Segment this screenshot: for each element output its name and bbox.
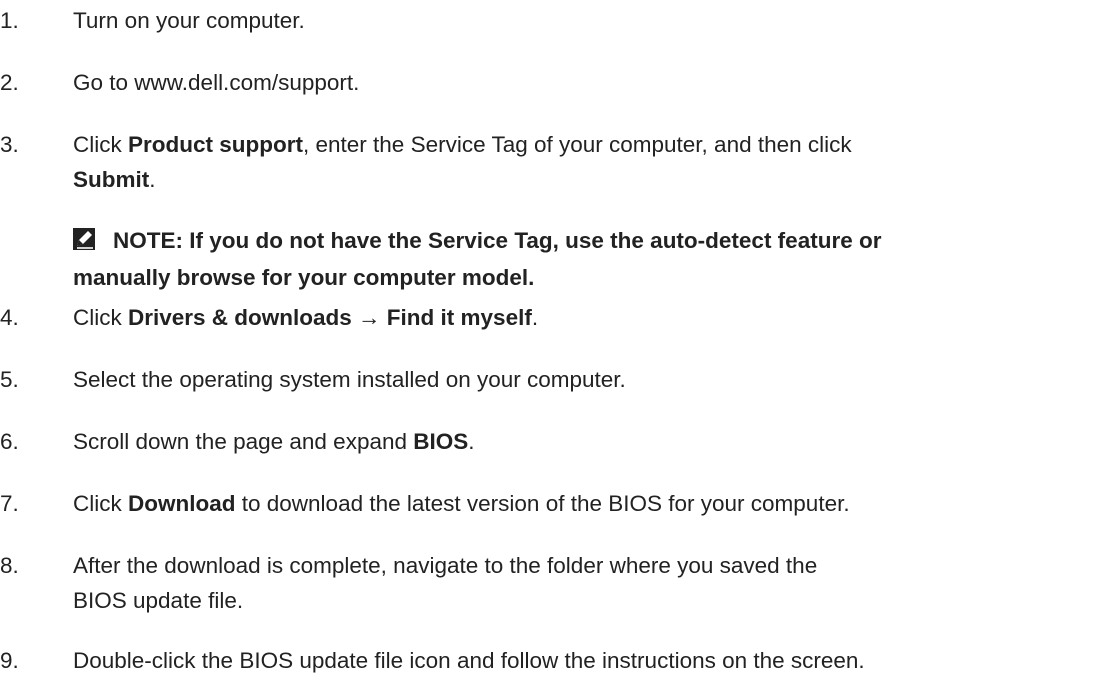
note-pencil-icon: [73, 228, 95, 250]
step-number: 3.: [0, 132, 19, 157]
step-text: Go to www.dell.com/support.: [73, 70, 360, 95]
step-number: 4.: [0, 305, 19, 330]
note-line-2: manually browse for your computer model.: [73, 265, 535, 290]
step-text: Select the operating system installed on…: [73, 367, 626, 392]
submit-label: Submit: [73, 167, 150, 192]
note-line-1: NOTE: If you do not have the Service Tag…: [73, 222, 1103, 259]
step-number: 1.: [0, 8, 19, 33]
step-text: After the download is complete, navigate…: [73, 553, 818, 578]
note-block: NOTE: If you do not have the Service Tag…: [73, 222, 1103, 296]
step-number: 7.: [0, 491, 19, 516]
instructions-page: 1. Turn on your computer. 2. Go to www.d…: [0, 0, 1113, 682]
step-number: 9.: [0, 648, 19, 673]
drivers-downloads-label: Drivers & downloads → Find it myself: [128, 305, 532, 330]
step-number: 5.: [0, 367, 19, 392]
step-number: 2.: [0, 70, 19, 95]
step-number: 8.: [0, 553, 19, 578]
product-support-label: Product support: [128, 132, 303, 157]
step-text-continued: BIOS update file.: [73, 588, 244, 613]
step-text: Double-click the BIOS update file icon a…: [73, 648, 865, 673]
step-text-continued: Submit.: [73, 167, 156, 192]
step-text: Click Drivers & downloads → Find it myse…: [73, 305, 539, 330]
download-label: Download: [128, 491, 236, 516]
step-text: Click Download to download the latest ve…: [73, 491, 850, 516]
step-text: Scroll down the page and expand BIOS.: [73, 429, 475, 454]
step-text: Click Product support, enter the Service…: [73, 132, 852, 157]
bios-label: BIOS: [413, 429, 469, 454]
step-number: 6.: [0, 429, 19, 454]
step-text: Turn on your computer.: [73, 8, 305, 33]
